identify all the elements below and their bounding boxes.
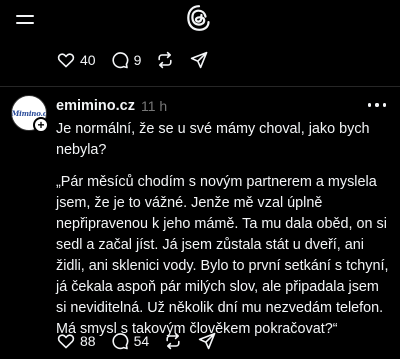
comment-count: 9 xyxy=(133,52,142,68)
top-bar xyxy=(0,0,400,40)
post-actions: 88 54 xyxy=(56,331,217,351)
comment-icon xyxy=(112,52,128,69)
follow-plus-icon[interactable]: + xyxy=(33,117,49,133)
threads-logo-icon[interactable] xyxy=(186,4,212,32)
post-intro: Je normální, že se u své mámy choval, ja… xyxy=(56,121,370,158)
like-button[interactable]: 88 xyxy=(56,331,96,351)
repost-icon xyxy=(166,332,180,350)
comment-button[interactable]: 9 xyxy=(110,50,142,70)
post-divider xyxy=(0,86,400,87)
avatar[interactable]: eMimino.cz + xyxy=(11,95,49,133)
like-button[interactable]: 40 xyxy=(56,50,96,70)
post-text: Je normální, že se u své mámy choval, ja… xyxy=(56,119,390,340)
like-count: 40 xyxy=(80,52,96,68)
comment-button[interactable]: 54 xyxy=(110,331,150,351)
share-button[interactable] xyxy=(189,50,209,70)
repost-icon xyxy=(158,51,172,69)
repost-button[interactable] xyxy=(163,331,183,351)
share-button[interactable] xyxy=(197,331,217,351)
heart-icon xyxy=(57,334,75,349)
like-count: 88 xyxy=(80,333,96,349)
username[interactable]: emimino.cz xyxy=(56,98,135,114)
heart-icon xyxy=(57,53,75,68)
more-options-icon[interactable] xyxy=(368,100,386,110)
post-header: emimino.cz 11 h xyxy=(56,96,386,116)
timestamp: 11 h xyxy=(140,98,168,114)
share-icon xyxy=(191,51,208,69)
comment-icon xyxy=(112,333,128,350)
repost-button[interactable] xyxy=(155,50,175,70)
menu-icon[interactable] xyxy=(16,14,34,26)
comment-count: 54 xyxy=(133,333,150,349)
previous-post-actions: 40 9 xyxy=(56,50,209,70)
post-quote: „Pár měsíců chodím s novým partnerem a m… xyxy=(56,174,389,337)
share-icon xyxy=(198,332,216,350)
